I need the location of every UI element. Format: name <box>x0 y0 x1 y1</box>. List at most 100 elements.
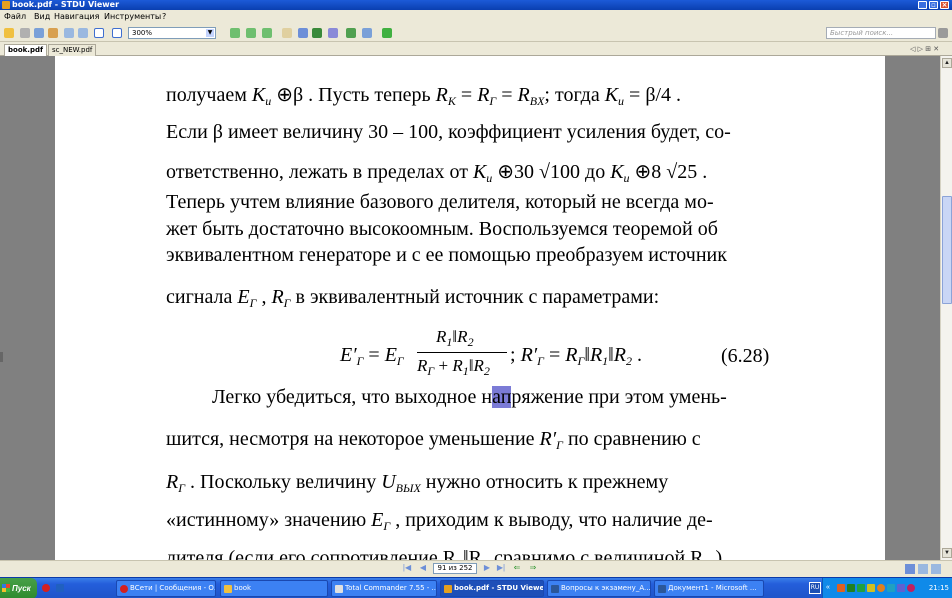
text-line-11: лителя (если его сопротивление R₁‖R₂ сра… <box>166 547 723 560</box>
text-line-10: «истинному» значению EГ , приходим к выв… <box>166 509 713 533</box>
tray-app-icon[interactable] <box>877 584 885 592</box>
text-line-1: Если β имеет величину 30 – 100, коэффици… <box>166 121 731 143</box>
tray-app-icon[interactable] <box>897 584 905 592</box>
taskbar-item-word-document[interactable]: Документ1 - Microsoft ... <box>654 580 764 597</box>
system-tray: « 21:15 <box>822 578 952 598</box>
taskbar-item-label: book.pdf - STDU Viewer <box>454 584 544 592</box>
first-page-icon[interactable]: |◀ <box>402 563 412 573</box>
opera-icon[interactable] <box>42 584 50 592</box>
tray-app-icon[interactable] <box>887 584 895 592</box>
tab-bar: book.pdf sc_NEW.pdf ◁ ▷ ⊞ ✕ <box>0 42 952 56</box>
zoom-value: 300% <box>132 29 153 37</box>
tab-controls[interactable]: ◁ ▷ ⊞ ✕ <box>910 44 939 54</box>
taskbar-item-stdu-viewer[interactable]: book.pdf - STDU Viewer <box>440 580 544 597</box>
menu-file[interactable]: Файл <box>4 10 26 24</box>
forward-icon[interactable]: ⇒ <box>528 563 538 573</box>
scroll-up-button[interactable]: ▲ <box>942 58 952 68</box>
text-line-3: Теперь учтем влияние базового делителя, … <box>166 191 714 213</box>
open-folder-icon[interactable] <box>4 28 14 38</box>
formula-numerator: R1‖R2 <box>436 327 474 349</box>
taskbar-item-total-commander[interactable]: Total Commander 7.55 - ... <box>331 580 437 597</box>
window-title: book.pdf - STDU Viewer <box>12 0 120 9</box>
tray-app-icon[interactable] <box>907 584 915 592</box>
previous-page-icon[interactable]: ◀ <box>418 563 428 573</box>
document-viewer[interactable]: … получаем Kи ⊕β . Пусть теперь RK = RГ … <box>0 56 940 560</box>
scroll-down-button[interactable]: ▼ <box>942 548 952 558</box>
tray-app-icon[interactable] <box>847 584 855 592</box>
select-image-icon[interactable] <box>312 28 322 38</box>
tray-app-icon[interactable] <box>867 584 875 592</box>
close-button[interactable]: × <box>940 1 949 9</box>
save-icon[interactable] <box>34 28 44 38</box>
taskbar-item-label: Total Commander 7.55 - ... <box>345 584 437 592</box>
back-icon[interactable]: ⇐ <box>512 563 522 573</box>
last-page-icon[interactable]: ▶| <box>496 563 506 573</box>
menu-tools[interactable]: Инструменты <box>104 10 161 24</box>
copy-icon[interactable] <box>362 28 372 38</box>
vertical-scrollbar[interactable]: ▲ ▼ <box>940 56 952 560</box>
opera-icon <box>120 585 128 593</box>
formula-fraction-bar <box>417 352 507 353</box>
menu-bar: Файл Вид Навигация Инструменты ? <box>0 10 952 24</box>
minimize-button[interactable]: _ <box>918 1 927 9</box>
next-page-icon[interactable]: ▶ <box>482 563 492 573</box>
maximize-button[interactable]: ▫ <box>929 1 938 9</box>
print-icon[interactable] <box>20 28 30 38</box>
search-options-icon[interactable] <box>938 28 948 38</box>
hand-tool-icon[interactable] <box>282 28 292 38</box>
two-page-view-icon[interactable] <box>918 564 928 574</box>
language-indicator[interactable]: RU <box>809 582 821 594</box>
tab-book-pdf[interactable]: book.pdf <box>4 44 48 56</box>
word-icon <box>551 585 559 593</box>
cut-off-line: … <box>250 56 270 62</box>
equation-number: (6.28) <box>721 345 770 367</box>
start-button[interactable]: Пуск <box>0 578 37 598</box>
tray-app-icon[interactable] <box>857 584 865 592</box>
tray-app-icon[interactable] <box>837 584 845 592</box>
taskbar-item-word-questions[interactable]: Вопросы к экзамену_A... <box>547 580 651 597</box>
total-commander-icon <box>335 585 343 593</box>
taskbar-item-vseti[interactable]: ВСети | Сообщения - О... <box>116 580 216 597</box>
text-line-5: эквивалентном генераторе и с ее помощью … <box>166 244 727 266</box>
quick-search-input[interactable]: Быстрый поиск... <box>826 27 936 39</box>
tab-sc-new-pdf[interactable]: sc_NEW.pdf <box>48 44 97 56</box>
select-text-icon[interactable] <box>298 28 308 38</box>
page-double-icon[interactable] <box>78 28 88 38</box>
rotate-icon[interactable] <box>346 28 356 38</box>
grid-view-icon[interactable] <box>931 564 941 574</box>
menu-help[interactable]: ? <box>162 10 166 24</box>
taskbar-item-label: Документ1 - Microsoft ... <box>668 584 757 592</box>
text-line-0: получаем Kи ⊕β . Пусть теперь RK = RГ = … <box>166 84 682 108</box>
taskbar-item-book[interactable]: book <box>220 580 328 597</box>
menu-navigation[interactable]: Навигация <box>54 10 99 24</box>
text-line-7: Легко убедиться, что выходное напряжение… <box>212 386 727 408</box>
edit-icon[interactable] <box>48 28 58 38</box>
zoom-in-icon[interactable] <box>112 28 122 38</box>
start-label: Пуск <box>12 584 31 593</box>
pdf-page[interactable]: … получаем Kи ⊕β . Пусть теперь RK = RГ … <box>55 56 885 560</box>
text-line-2: ответственно, лежать в пределах от Kи ⊕3… <box>166 161 708 185</box>
stdu-icon <box>444 585 452 593</box>
panel-splitter[interactable] <box>0 352 3 362</box>
fit-width-icon[interactable] <box>246 28 256 38</box>
zoom-out-icon[interactable] <box>94 28 104 38</box>
fit-page-icon[interactable] <box>230 28 240 38</box>
refresh-icon[interactable] <box>382 28 392 38</box>
quicklaunch-icon[interactable] <box>56 584 64 592</box>
single-page-view-icon[interactable] <box>905 564 915 574</box>
chevron-down-icon[interactable]: ▼ <box>206 29 214 37</box>
app-icon <box>2 1 10 9</box>
windows-logo-icon <box>2 584 10 592</box>
snapshot-icon[interactable] <box>328 28 338 38</box>
zoom-select[interactable]: 300% ▼ <box>128 27 216 39</box>
menu-view[interactable]: Вид <box>34 10 50 24</box>
page-icon[interactable] <box>64 28 74 38</box>
text-line-6: сигнала EГ , RГ в эквивалентный источник… <box>166 286 660 310</box>
text-selection[interactable]: ап <box>492 386 512 408</box>
scroll-thumb[interactable] <box>942 196 952 304</box>
text-line-8: шится, несмотря на некоторое уменьшение … <box>166 428 701 452</box>
page-number-input[interactable]: 91 из 252 <box>433 563 477 574</box>
fit-height-icon[interactable] <box>262 28 272 38</box>
chevron-left-icon[interactable]: « <box>826 584 834 592</box>
clock[interactable]: 21:15 <box>929 578 949 598</box>
